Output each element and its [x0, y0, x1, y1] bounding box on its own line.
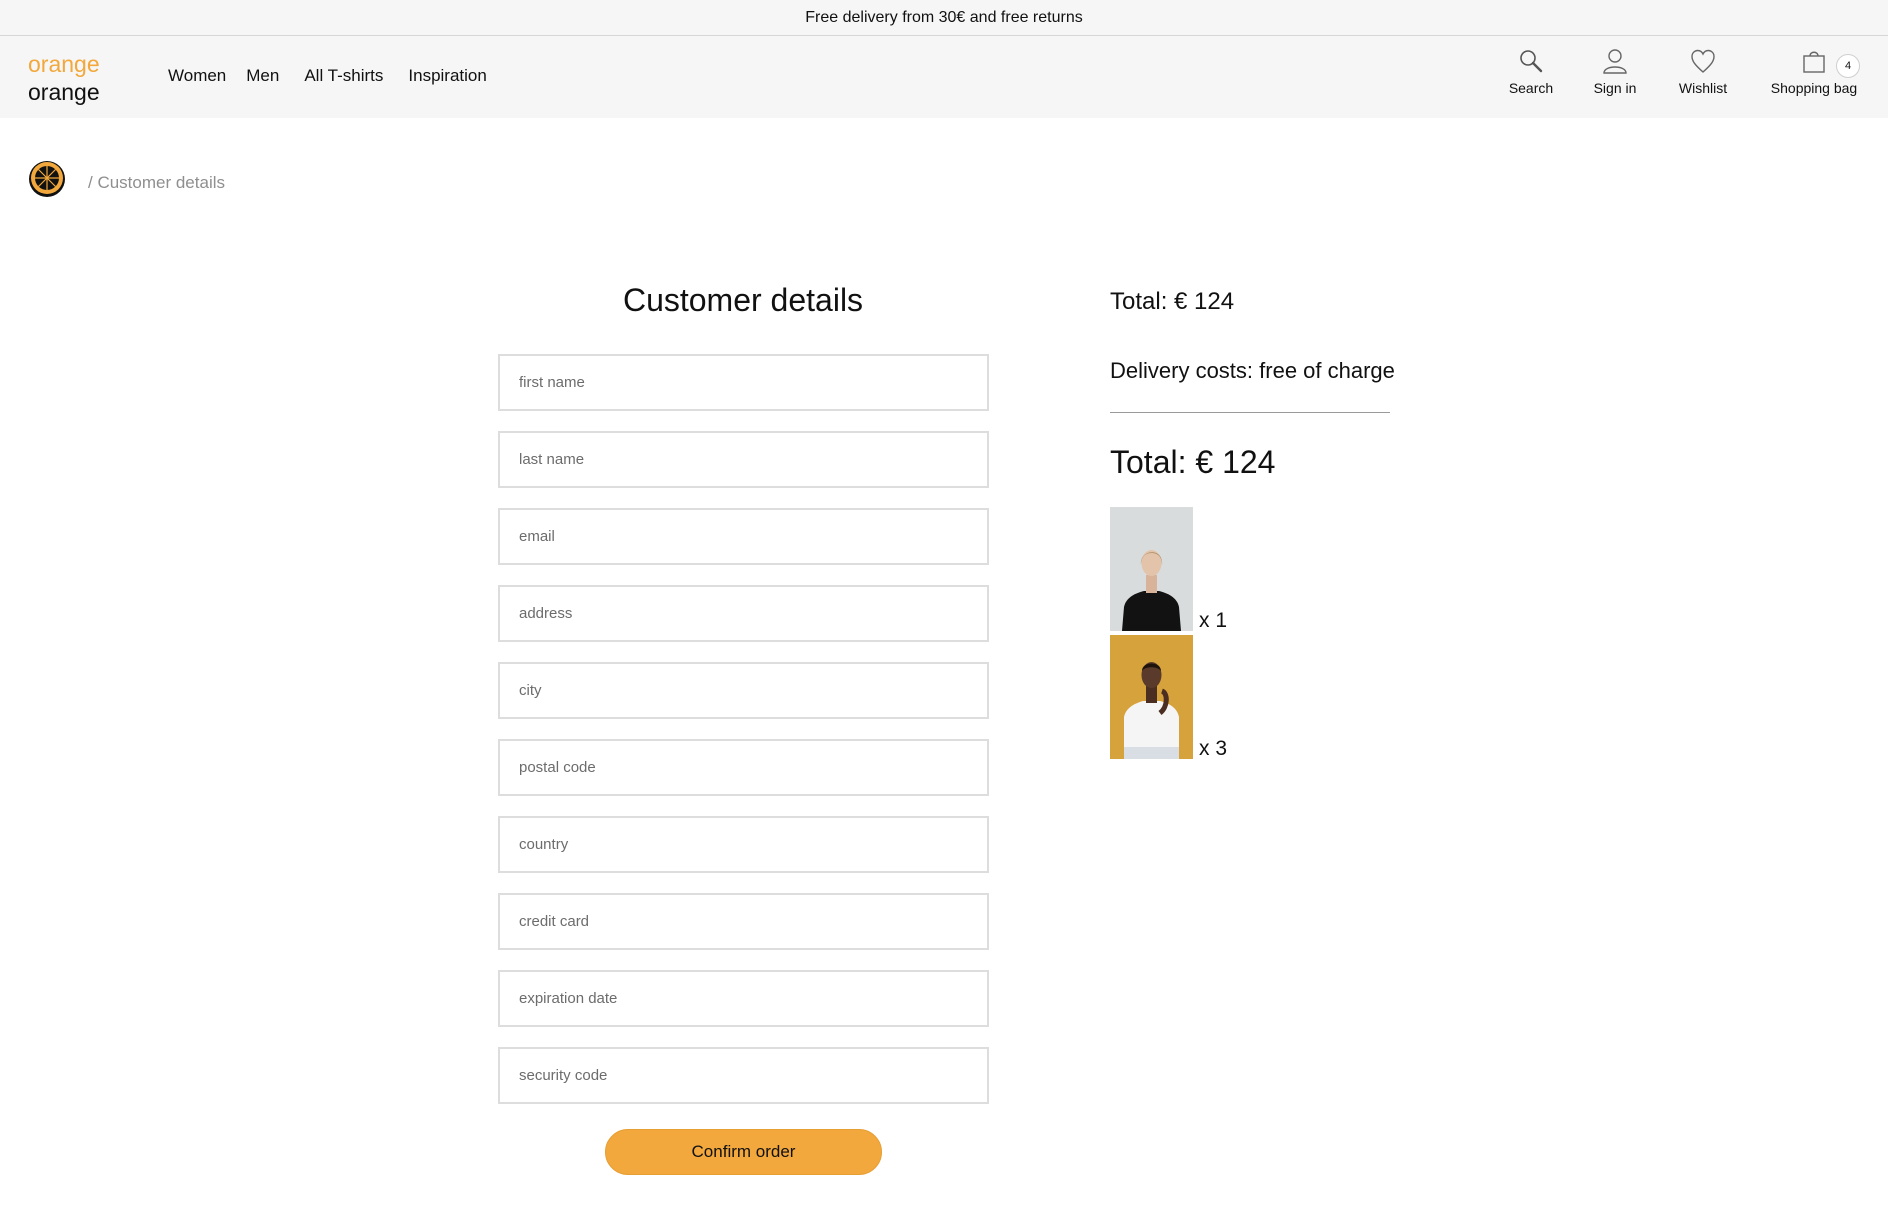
- promo-banner: Free delivery from 30€ and free returns: [0, 0, 1888, 36]
- order-total-text: Total: € 124: [1110, 444, 1276, 480]
- delivery-costs-text: Delivery costs: free of charge: [1110, 358, 1395, 383]
- security-code-field[interactable]: [498, 1047, 989, 1104]
- last-name-field[interactable]: [498, 431, 989, 488]
- city-field[interactable]: [498, 662, 989, 719]
- sign-in-label: Sign in: [1593, 80, 1637, 96]
- site-header: orange orange Women Men All T-shirts Ins…: [0, 36, 1888, 118]
- user-icon: [1603, 49, 1627, 74]
- search-label: Search: [1508, 80, 1554, 96]
- breadcrumb-current: / Customer details: [88, 173, 225, 192]
- country-field[interactable]: [498, 816, 989, 873]
- wishlist-button[interactable]: Wishlist: [1676, 48, 1730, 96]
- postal-code-field[interactable]: [498, 739, 989, 796]
- address-field[interactable]: [498, 585, 989, 642]
- cart-item-quantity: x 3: [1199, 737, 1228, 760]
- search-button[interactable]: Search: [1506, 48, 1556, 96]
- summary-divider: [1110, 412, 1390, 413]
- product-thumbnail[interactable]: [1110, 507, 1193, 631]
- email-field[interactable]: [498, 508, 989, 565]
- product-thumbnail[interactable]: [1110, 635, 1193, 759]
- cart-item: x 3: [1110, 635, 1228, 760]
- shopping-bag-label: Shopping bag: [1770, 80, 1858, 96]
- subtotal-text: Total: € 124: [1110, 288, 1235, 315]
- credit-card-field[interactable]: [498, 893, 989, 950]
- cart-item: x 1: [1110, 507, 1228, 632]
- page-title: Customer details: [622, 282, 864, 318]
- header-tools: Search Sign in Wishlist Shopping bag 4: [0, 48, 1888, 108]
- heart-icon: [1691, 49, 1715, 73]
- orange-logo-icon[interactable]: [28, 160, 66, 198]
- shopping-bag-button[interactable]: Shopping bag 4: [1766, 48, 1862, 96]
- promo-text: Free delivery from 30€ and free returns: [805, 8, 1083, 26]
- first-name-field[interactable]: [498, 354, 989, 411]
- wishlist-label: Wishlist: [1678, 80, 1728, 96]
- cart-item-quantity: x 1: [1199, 609, 1228, 632]
- expiration-date-field[interactable]: [498, 970, 989, 1027]
- search-icon: [1520, 50, 1543, 73]
- bag-count-badge: 4: [1836, 54, 1860, 78]
- breadcrumb: / Customer details: [28, 160, 225, 198]
- shopping-bag-icon: [1803, 51, 1825, 73]
- sign-in-button[interactable]: Sign in: [1590, 48, 1640, 96]
- confirm-order-button[interactable]: Confirm order: [605, 1129, 882, 1175]
